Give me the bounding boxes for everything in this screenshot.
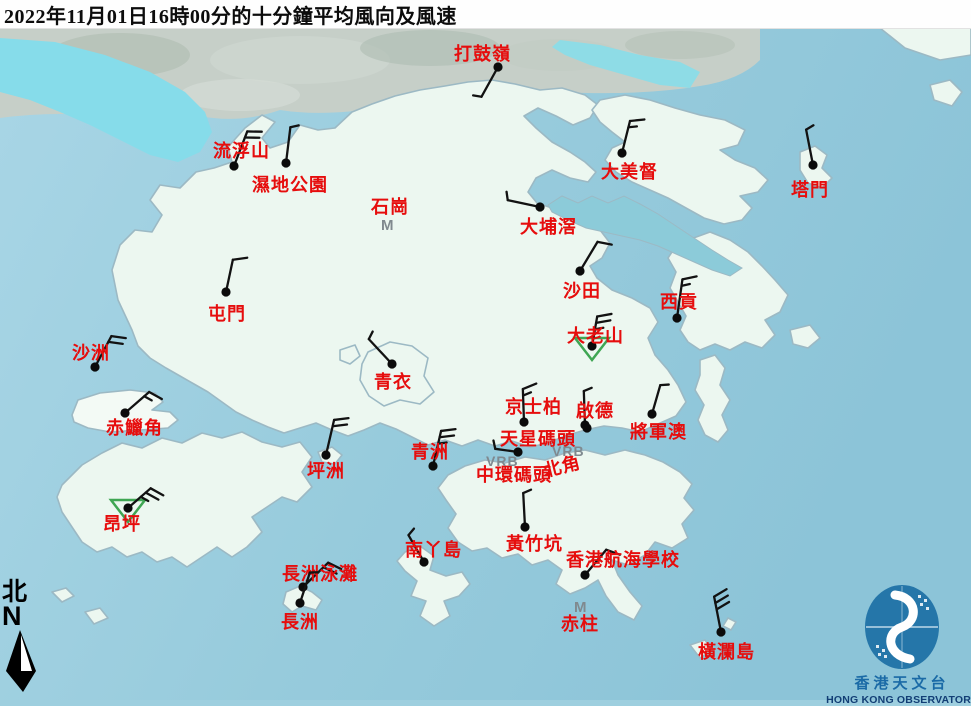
- north-arrow-icon: [3, 630, 43, 692]
- station-label-tsing-yi: 青衣: [374, 371, 412, 392]
- station-label-tai-po-kau: 大埔滘: [520, 216, 577, 237]
- map-annotation-vrb: VRB: [552, 443, 585, 459]
- station-dot-icon: [808, 160, 817, 169]
- north-compass: 北 N: [2, 580, 48, 692]
- hko-logo: 香港天文台 HONG KONG OBSERVATORY: [833, 583, 971, 706]
- station-label-stanley: 赤柱: [561, 613, 599, 634]
- wind-barb-tick: [628, 126, 636, 127]
- base-map: 打鼓嶺流浮山濕地公園 塔門石崗大埔滘 大美督沙田西貢大老山 屯門沙洲青衣赤鱲角坪洲昂坪…: [0, 0, 971, 700]
- station-dot-icon: [716, 627, 725, 636]
- hko-name-en: HONG KONG OBSERVATORY: [826, 694, 971, 706]
- station-dot-icon: [617, 148, 626, 157]
- station-dot-icon: [428, 461, 437, 470]
- station-label-wetland-park: 濕地公園: [252, 174, 328, 195]
- station-label-green-island: 青洲: [411, 442, 449, 462]
- station-dot-icon: [580, 570, 589, 579]
- station-label-shek-kong: 石崗: [370, 196, 409, 217]
- station-dot-icon: [123, 503, 132, 512]
- station-label-sha-tin: 沙田: [563, 281, 601, 301]
- station-dot-icon: [295, 598, 304, 607]
- station-dot-icon: [647, 409, 656, 418]
- station-label-tates-cairn: 大老山: [567, 325, 624, 346]
- station-dot-icon: [582, 423, 591, 432]
- hko-name-zh: 香港天文台: [854, 672, 949, 693]
- station-dot-icon: [672, 313, 681, 322]
- wind-barb-tick: [507, 192, 508, 200]
- station-dot-icon: [221, 287, 230, 296]
- station-shek-kong: 石崗: [370, 196, 409, 217]
- station-label-sha-chau: 沙洲: [72, 343, 110, 363]
- station-label-sai-kung: 西貢: [660, 292, 698, 312]
- station-dot-icon: [575, 266, 584, 275]
- station-label-ta-kwu-ling: 打鼓嶺: [454, 43, 511, 64]
- station-label-peng-chau: 坪洲: [307, 461, 345, 481]
- station-dot-icon: [229, 161, 238, 170]
- station-label-lau-fau-shan: 流浮山: [213, 140, 270, 161]
- map-annotation-vrb: VRB: [486, 453, 519, 469]
- compass-north-en-label: N: [2, 603, 22, 630]
- station-label-cheung-chau-beach: 長洲泳灘: [282, 563, 358, 584]
- station-label-lamma-island: 南丫島: [405, 539, 462, 560]
- wind-barb-tick: [660, 385, 668, 386]
- station-label-cheung-chau: 長洲: [281, 612, 319, 632]
- station-label-kings-park: 京士柏: [505, 396, 562, 417]
- hko-logo-icon: [862, 583, 942, 671]
- station-dot-icon: [519, 417, 528, 426]
- map-title-bar: 2022年11月01日16時00分的十分鐘平均風向及風速: [0, 0, 971, 29]
- station-dot-icon: [281, 158, 290, 167]
- station-label-tseung-kwan-o: 將軍澳: [630, 421, 687, 442]
- station-dot-icon: [90, 362, 99, 371]
- station-dot-icon: [387, 359, 396, 368]
- weather-map-screen: 打鼓嶺流浮山濕地公園 塔門石崗大埔滘 大美督沙田西貢大老山 屯門沙洲青衣赤鱲角坪洲昂坪…: [0, 0, 971, 700]
- station-label-chek-lap-kok: 赤鱲角: [106, 417, 163, 438]
- station-dot-icon: [520, 522, 529, 531]
- wind-barb-tick: [630, 119, 644, 121]
- station-label-tuen-mun: 屯門: [208, 303, 246, 324]
- map-title: 2022年11月01日16時00分的十分鐘平均風向及風速: [0, 0, 457, 29]
- station-dot-icon: [321, 450, 330, 459]
- station-label-kai-tak: 啟德: [576, 400, 614, 421]
- station-dot-icon: [120, 408, 129, 417]
- station-stanley: 赤柱: [561, 613, 599, 634]
- station-label-hk-sea-school: 香港航海學校: [565, 549, 680, 570]
- station-dot-icon: [535, 202, 544, 211]
- wind-barb-tick: [473, 95, 481, 96]
- station-label-waglan-island: 橫瀾島: [698, 641, 755, 662]
- station-label-tai-mei-tuk: 大美督: [601, 161, 658, 182]
- map-annotation-m: M: [574, 599, 587, 616]
- map-annotation-m: M: [381, 217, 394, 234]
- station-label-tap-mun: 塔門: [791, 179, 829, 200]
- station-label-ngong-ping: 昂坪: [103, 514, 141, 534]
- station-label-wong-chuk-hang: 黃竹坑: [505, 533, 563, 554]
